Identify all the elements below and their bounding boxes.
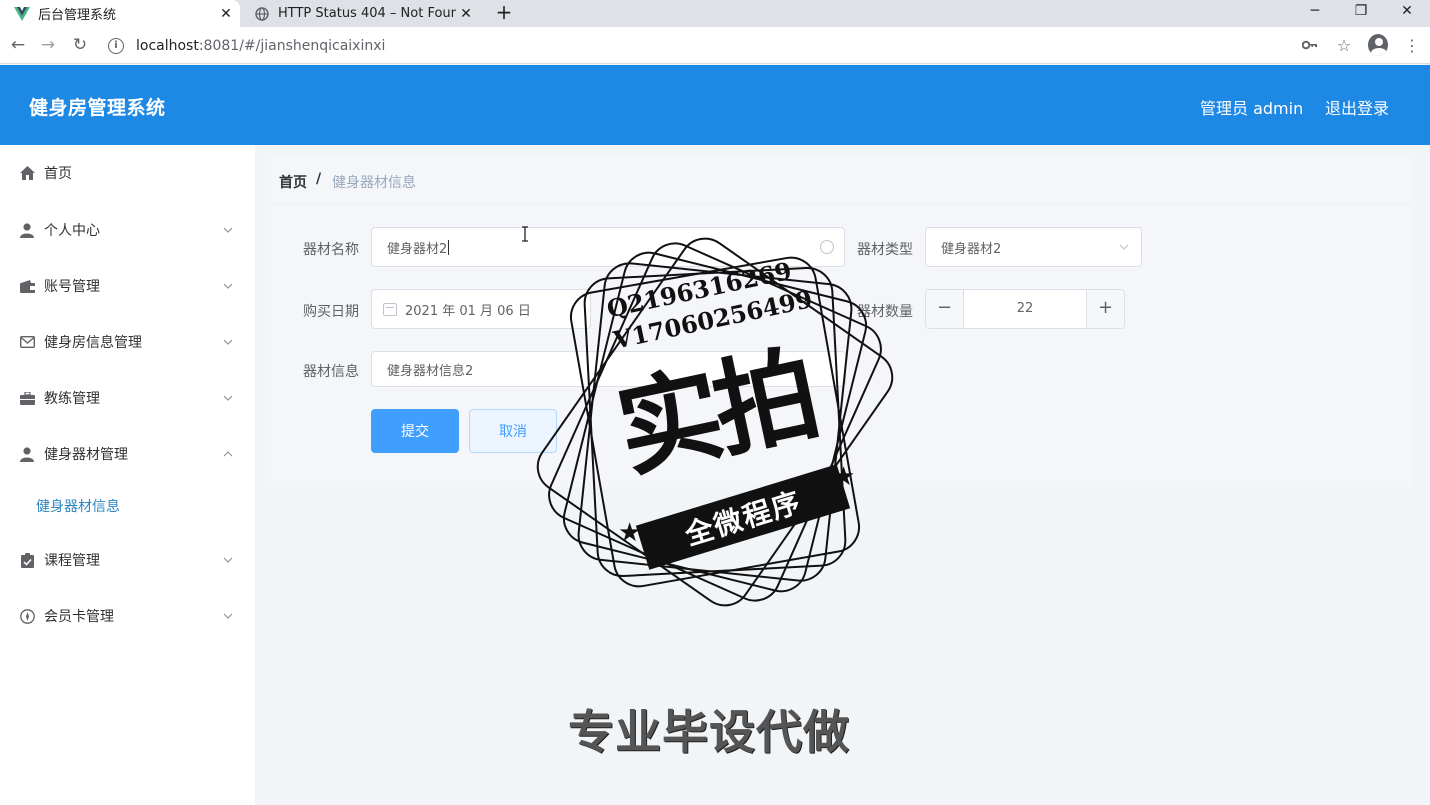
minimize-icon[interactable]: ─ bbox=[1292, 0, 1338, 27]
window-controls: ─ ❐ ✕ bbox=[1292, 0, 1430, 27]
decrement-button[interactable]: − bbox=[926, 290, 964, 328]
globe-icon bbox=[254, 6, 270, 22]
equipment-info-label: 器材信息 bbox=[303, 364, 359, 380]
compass-icon bbox=[19, 608, 35, 624]
window-close-icon[interactable]: ✕ bbox=[1384, 0, 1430, 27]
breadcrumb-separator: / bbox=[316, 171, 322, 187]
url-path: :8081/#/jianshenqicaixinxi bbox=[198, 38, 386, 54]
back-arrow-icon[interactable]: ← bbox=[8, 35, 28, 55]
star-icon: ★ bbox=[832, 462, 856, 492]
close-tab-icon[interactable]: ✕ bbox=[456, 6, 476, 22]
restore-icon[interactable]: ❐ bbox=[1338, 0, 1384, 27]
browser-menu-icon[interactable]: ⋮ bbox=[1402, 34, 1422, 56]
breadcrumb: 首页 / 健身器材信息 bbox=[265, 158, 1413, 202]
sidebar: 首页 个人中心 账号管理 健身房信息管理 教练管理 健身器材管理 健身器材信息 … bbox=[0, 145, 255, 805]
new-tab-icon[interactable]: + bbox=[492, 1, 516, 25]
chevron-down-icon bbox=[223, 283, 233, 289]
purchase-date-value: 2021 年 01 月 06 日 bbox=[405, 303, 531, 319]
chevron-down-icon bbox=[223, 557, 233, 563]
sidebar-item-account[interactable]: 账号管理 bbox=[0, 258, 255, 314]
sidebar-item-home[interactable]: 首页 bbox=[0, 145, 255, 201]
reload-icon[interactable]: ↻ bbox=[70, 35, 90, 55]
chevron-down-icon bbox=[223, 227, 233, 233]
breadcrumb-home-link[interactable]: 首页 bbox=[279, 172, 307, 192]
logout-button[interactable]: 退出登录 bbox=[1325, 95, 1389, 119]
sidebar-item-coach[interactable]: 教练管理 bbox=[0, 370, 255, 426]
watermark-bottom-text: 专业毕设代做 bbox=[568, 705, 850, 759]
chevron-down-icon bbox=[223, 395, 233, 401]
forward-arrow-icon[interactable]: → bbox=[38, 35, 58, 55]
browser-tab-title: HTTP Status 404 – Not Found bbox=[278, 6, 456, 21]
user-icon bbox=[19, 446, 35, 462]
suitcase-icon bbox=[19, 390, 35, 406]
watermark-stamp: Q2196316269 V17060256499 实拍 全微程序 ★ ★ bbox=[520, 227, 910, 617]
sidebar-item-personal-center[interactable]: 个人中心 bbox=[0, 202, 255, 258]
close-tab-icon[interactable]: ✕ bbox=[216, 6, 236, 22]
user-icon bbox=[19, 222, 35, 238]
browser-tab-title: 后台管理系统 bbox=[38, 8, 117, 23]
quantity-value[interactable]: 22 bbox=[964, 290, 1086, 328]
app-title: 健身房管理系统 bbox=[29, 97, 166, 119]
increment-button[interactable]: + bbox=[1086, 290, 1124, 328]
sidebar-subitem-equipment-info[interactable]: 健身器材信息 bbox=[0, 481, 255, 531]
text-caret bbox=[448, 239, 450, 255]
address-bar-actions: ☆ ⋮ bbox=[1300, 34, 1422, 56]
purchase-date-label: 购买日期 bbox=[303, 304, 359, 320]
chevron-down-icon bbox=[223, 613, 233, 619]
site-info-icon[interactable]: i bbox=[108, 38, 124, 54]
sidebar-item-equipment[interactable]: 健身器材管理 bbox=[0, 426, 255, 482]
quantity-stepper: − 22 + bbox=[925, 289, 1125, 329]
sidebar-item-membership-card[interactable]: 会员卡管理 bbox=[0, 588, 255, 644]
calendar-icon bbox=[383, 302, 397, 316]
address-bar: ← → ↻ i localhost:8081/#/jianshenqicaixi… bbox=[0, 27, 1430, 64]
url-field[interactable]: i localhost:8081/#/jianshenqicaixinxi bbox=[108, 32, 1332, 60]
key-icon[interactable] bbox=[1300, 34, 1320, 56]
sidebar-item-gym-info[interactable]: 健身房信息管理 bbox=[0, 314, 255, 370]
browser-tab-inactive[interactable]: HTTP Status 404 – Not Found ✕ bbox=[246, 0, 480, 27]
message-icon bbox=[19, 334, 35, 350]
equipment-type-select[interactable]: 健身器材2 bbox=[925, 227, 1142, 267]
app-header: 健身房管理系统 管理员 admin 退出登录 bbox=[0, 65, 1430, 145]
browser-tab-active[interactable]: 后台管理系统 ✕ bbox=[0, 0, 240, 27]
wallet-icon bbox=[19, 278, 35, 294]
breadcrumb-current: 健身器材信息 bbox=[332, 175, 416, 191]
equipment-type-value: 健身器材2 bbox=[941, 241, 1002, 257]
chevron-down-icon bbox=[223, 339, 233, 345]
equipment-info-value: 健身器材信息2 bbox=[387, 363, 474, 379]
submit-button[interactable]: 提交 bbox=[371, 409, 459, 453]
sidebar-item-course[interactable]: 课程管理 bbox=[0, 532, 255, 588]
equipment-name-label: 器材名称 bbox=[303, 242, 359, 258]
chevron-up-icon bbox=[223, 451, 233, 457]
browser-tab-bar: 后台管理系统 ✕ HTTP Status 404 – Not Found ✕ +… bbox=[0, 0, 1430, 27]
equipment-name-value: 健身器材2 bbox=[387, 241, 448, 257]
star-icon[interactable]: ☆ bbox=[1334, 34, 1354, 56]
vue-logo-icon bbox=[14, 6, 30, 22]
clipboard-icon bbox=[19, 552, 35, 568]
url-host: localhost bbox=[136, 38, 199, 54]
home-icon bbox=[19, 165, 35, 181]
current-user-label: 管理员 admin bbox=[1200, 99, 1304, 118]
star-icon: ★ bbox=[618, 518, 642, 548]
chevron-down-icon bbox=[1119, 244, 1129, 250]
profile-avatar-icon[interactable] bbox=[1368, 34, 1388, 56]
